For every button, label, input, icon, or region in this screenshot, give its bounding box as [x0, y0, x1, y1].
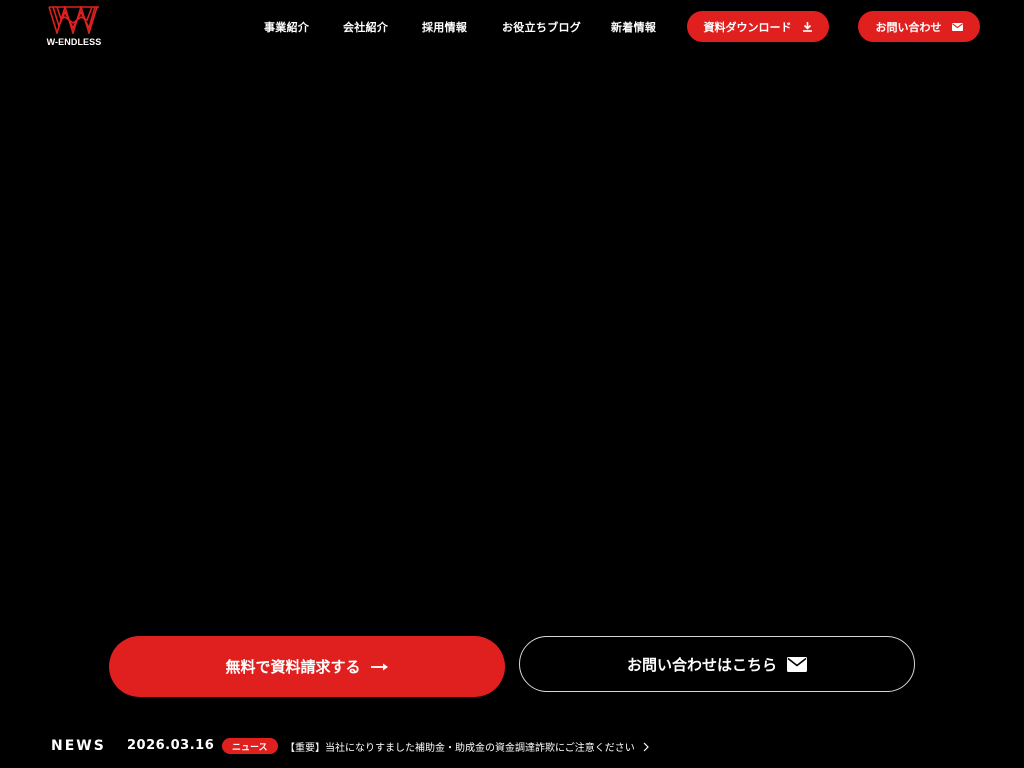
news-bar: NEWS 2026.03.16 ニュース 【重要】当社になりすました補助金・助成…: [0, 732, 1024, 760]
news-date: 2026.03.16: [127, 738, 215, 753]
contact-button-label: お問い合わせ: [875, 20, 942, 34]
site-header: W-ENDLESS 事業紹介 会社紹介 採用情報 お役立ちブログ 新着情報 資料…: [0, 0, 1024, 54]
contact-cta-label: お問い合わせはこちら: [626, 655, 777, 674]
nav-item-news[interactable]: 新着情報: [611, 19, 656, 35]
news-heading: NEWS: [51, 738, 106, 754]
download-button-label: 資料ダウンロード: [703, 20, 792, 34]
nav-item-recruit[interactable]: 採用情報: [422, 19, 467, 35]
contact-cta-button[interactable]: お問い合わせはこちら: [519, 636, 915, 692]
request-document-label: 無料で資料請求する: [225, 658, 361, 676]
page: W-ENDLESS 事業紹介 会社紹介 採用情報 お役立ちブログ 新着情報 資料…: [0, 0, 1024, 768]
contact-button[interactable]: お問い合わせ: [858, 11, 980, 42]
news-article-title: 【重要】当社になりすました補助金・助成金の資金調達詐欺にご注意ください: [285, 743, 635, 754]
logo-text: W-ENDLESS: [46, 37, 102, 47]
nav-item-company[interactable]: 会社紹介: [343, 19, 388, 35]
nav-item-blog[interactable]: お役立ちブログ: [502, 19, 581, 35]
download-button[interactable]: 資料ダウンロード: [687, 11, 829, 42]
arrow-right-icon: [370, 663, 388, 670]
download-icon: [802, 22, 812, 32]
nav-item-business[interactable]: 事業紹介: [264, 19, 309, 35]
chevron-right-icon: [643, 742, 649, 751]
mail-icon: [951, 22, 963, 31]
mail-icon: [787, 656, 807, 672]
request-document-button[interactable]: 無料で資料請求する: [109, 636, 505, 697]
news-category-badge: ニュース: [222, 738, 278, 754]
logo-mark-icon: [48, 6, 99, 34]
logo-link[interactable]: W-ENDLESS: [42, 6, 106, 48]
news-article-link[interactable]: 【重要】当社になりすました補助金・助成金の資金調達詐欺にご注意ください: [285, 739, 649, 754]
